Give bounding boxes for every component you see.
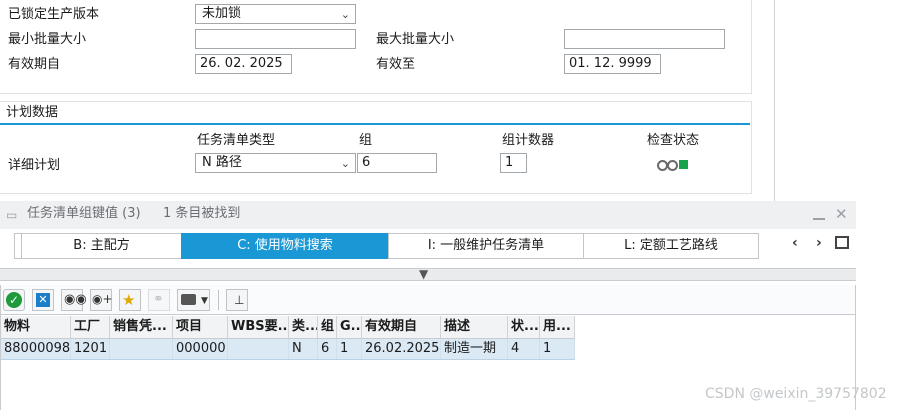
pin-icon[interactable]: ⊥ [226, 289, 248, 311]
check-status-icon [657, 160, 691, 171]
col-header-material[interactable]: 物料 [1, 316, 71, 338]
valid-from-label: 有效期自 [8, 57, 61, 72]
col-header-sales-doc[interactable]: 销售凭... [110, 316, 173, 338]
min-lot-input[interactable] [195, 29, 356, 49]
chevron-down-icon: ⌄ [340, 157, 350, 170]
col-header-group[interactable]: 组 [318, 316, 337, 338]
min-lot-label: 最小批量大小 [8, 32, 87, 47]
watermark: CSDN @weixin_39757802 [705, 386, 887, 402]
col-header-group-counter[interactable]: G... [337, 316, 362, 338]
link-glyph: ⚭ [153, 292, 164, 307]
star-glyph: ★ [122, 291, 136, 309]
col-header-valid-from[interactable]: 有效期自 [362, 316, 441, 338]
printer-body [181, 294, 196, 305]
table-cell-sales-doc[interactable] [110, 339, 173, 359]
group-counter-input[interactable]: 1 [500, 153, 527, 173]
popup-subtitle: 1 条目被找到 [163, 206, 241, 221]
toolbar-separator [218, 290, 219, 310]
status-light-3 [679, 160, 688, 169]
task-list-type-dropdown[interactable]: N 路径 ⌄ [195, 153, 356, 173]
popup-title: 任务清单组键值 (3) [27, 206, 141, 221]
col-header-type[interactable]: 类... [289, 316, 318, 338]
table-cell-wbs[interactable] [228, 339, 289, 359]
table-cell-type[interactable]: N [289, 339, 318, 359]
close-icon[interactable]: ✕ [835, 204, 848, 224]
minimize-icon[interactable] [813, 218, 825, 220]
max-lot-input[interactable] [564, 29, 725, 49]
valid-to-label: 有效至 [376, 57, 416, 72]
binoculars-glyph: ◉◉ [64, 292, 87, 307]
check-mark: ✓ [6, 292, 22, 308]
splitter-handle-icon[interactable]: ▼ [419, 267, 428, 281]
table-cell-plant[interactable]: 1201 [71, 339, 110, 359]
max-lot-label: 最大批量大小 [376, 32, 455, 47]
chevron-down-icon: ⌄ [340, 8, 350, 21]
table-cell-group-counter[interactable]: 1 [337, 339, 362, 359]
tab-rate-routing[interactable]: L: 定额工艺路线 [583, 233, 759, 259]
binoculars-plus-glyph: ◉+ [92, 292, 113, 306]
status-light-2 [667, 160, 678, 171]
table-cell-valid-from[interactable]: 26.02.2025 [362, 339, 441, 359]
table-cell-group[interactable]: 6 [318, 339, 337, 359]
binoculars-plus-icon[interactable]: ◉+ [90, 289, 113, 311]
link-icon[interactable]: ⚭ [148, 289, 170, 311]
tab-scroll-left-icon[interactable]: ‹ [792, 235, 798, 251]
detailed-plan-label: 详细计划 [8, 158, 61, 173]
table-cell-status[interactable]: 4 [508, 339, 540, 359]
table-cell-item[interactable]: 000000 [173, 339, 228, 359]
valid-from-input[interactable]: 26. 02. 2025 [195, 54, 292, 74]
group-counter-header: 组计数器 [502, 133, 555, 148]
group-header: 组 [359, 133, 373, 148]
locked-version-dropdown[interactable]: 未加锁 ⌄ [195, 4, 356, 24]
col-header-item[interactable]: 项目 [173, 316, 228, 338]
locked-version-label: 已锁定生产版本 [8, 7, 100, 22]
tab-material-search[interactable]: C: 使用物料搜索 [181, 233, 389, 259]
tab-master-recipe[interactable]: B: 主配方 [21, 233, 182, 259]
table-cell-usage[interactable]: 1 [540, 339, 575, 359]
cancel-icon[interactable]: ✕ [32, 289, 54, 311]
chevron-down-icon: ▼ [201, 296, 208, 306]
tab-list-icon[interactable] [835, 236, 849, 249]
cancel-mark: ✕ [36, 293, 50, 307]
col-header-usage[interactable]: 用... [540, 316, 575, 338]
right-panel-border [774, 0, 775, 201]
binoculars-icon[interactable]: ◉◉ [61, 289, 87, 311]
planning-title-underline [0, 123, 750, 125]
check-status-header: 检查状态 [647, 133, 700, 148]
col-header-plant[interactable]: 工厂 [71, 316, 110, 338]
tab-scroll-right-icon[interactable]: › [816, 235, 822, 251]
table-cell-material[interactable]: 88000098 [1, 339, 71, 359]
planning-panel [0, 101, 752, 194]
table-cell-description[interactable]: 制造一期 [441, 339, 508, 359]
valid-to-input[interactable]: 01. 12. 9999 [564, 54, 661, 74]
print-icon[interactable]: ▼ [177, 289, 210, 311]
popup-window-icon: ▭ [6, 208, 18, 222]
planning-section-title: 计划数据 [6, 105, 59, 120]
group-input[interactable]: 6 [357, 153, 437, 173]
favorite-add-icon[interactable]: ★ [119, 289, 141, 311]
tab-general-maintenance[interactable]: I: 一般维护任务清单 [388, 233, 584, 259]
check-icon[interactable]: ✓ [3, 289, 25, 311]
task-list-type-header: 任务清单类型 [197, 133, 276, 148]
col-header-description[interactable]: 描述 [441, 316, 508, 338]
col-header-status[interactable]: 状... [508, 316, 540, 338]
pin-glyph: ⊥ [234, 293, 245, 307]
col-header-wbs[interactable]: WBS要... [228, 316, 289, 338]
